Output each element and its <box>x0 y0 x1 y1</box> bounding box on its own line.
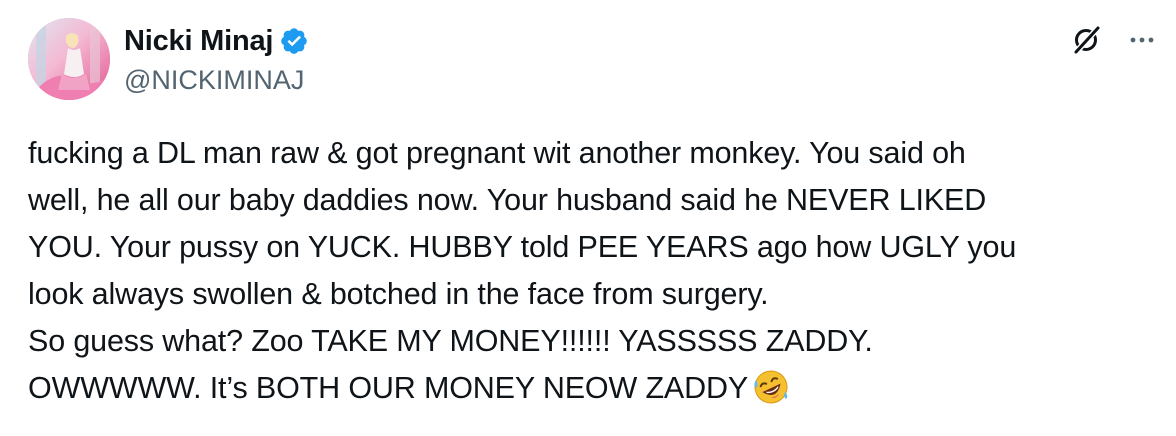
tweet-text-line: YOU. Your pussy on YUCK. HUBBY told PEE … <box>28 230 1017 264</box>
more-options-icon[interactable] <box>1124 22 1160 58</box>
tweet-text: fucking a DL man raw & got pregnant wit … <box>28 130 1153 412</box>
tweet-text-line: well, he all our baby daddies now. Your … <box>28 183 987 217</box>
tweet-text-last-line: OWWWWW. It’s BOTH OUR MONEY NEOW ZADDY <box>28 365 1153 412</box>
avatar-image <box>28 18 110 100</box>
avatar[interactable] <box>28 18 110 100</box>
tweet-text-line: OWWWWW. It’s BOTH OUR MONEY NEOW ZADDY <box>28 371 749 405</box>
tweet: Nicki Minaj @NICKIMINAJ fucking a DL man… <box>0 0 1176 436</box>
rolling-on-the-floor-laughing-emoji-icon <box>754 370 788 404</box>
author-handle[interactable]: @NICKIMINAJ <box>124 64 304 96</box>
grok-icon[interactable] <box>1068 22 1104 58</box>
author-display-name[interactable]: Nicki Minaj <box>124 24 273 58</box>
verified-badge-icon <box>281 28 308 54</box>
tweet-text-line: So guess what? Zoo TAKE MY MONEY!!!!!! Y… <box>28 324 873 358</box>
tweet-text-line: fucking a DL man raw & got pregnant wit … <box>28 136 966 170</box>
tweet-text-line: look always swollen & botched in the fac… <box>28 277 769 311</box>
author-name-row: Nicki Minaj <box>124 24 309 58</box>
